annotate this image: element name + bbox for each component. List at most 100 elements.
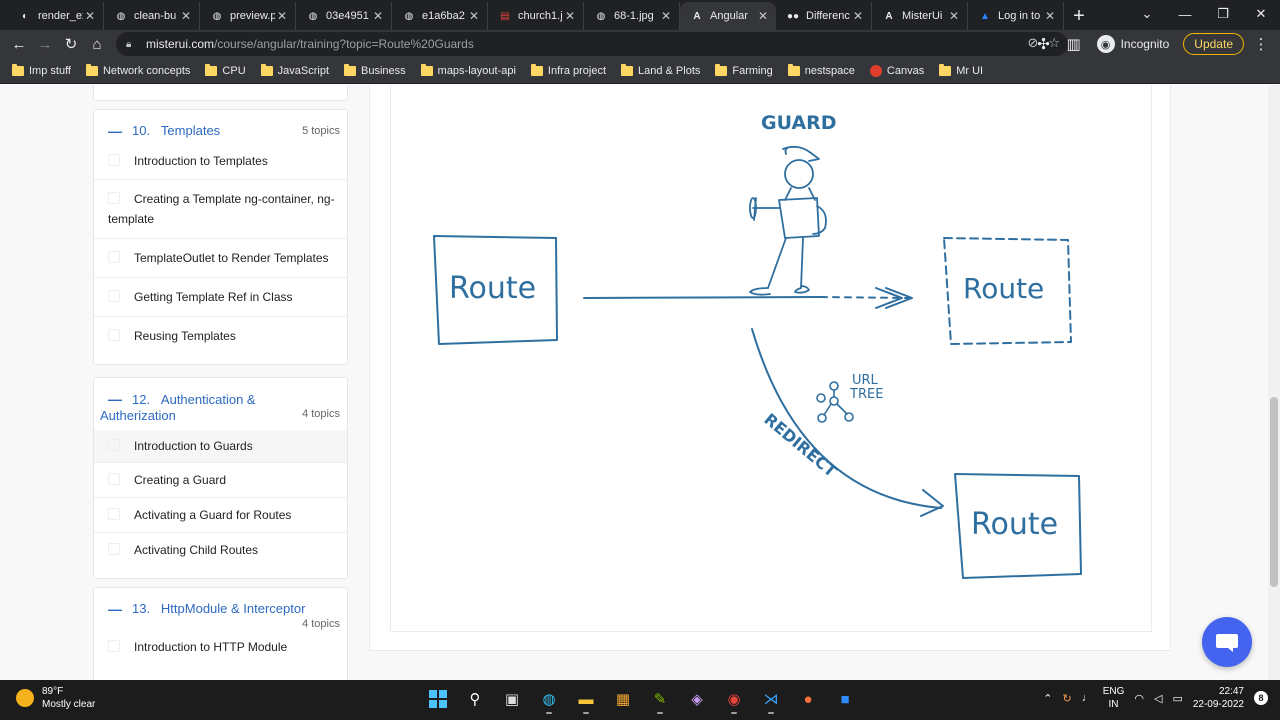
battery-icon[interactable]: ▭: [1172, 692, 1182, 705]
bookmark-item[interactable]: Imp stuff: [12, 63, 71, 77]
store-icon[interactable]: ▦: [609, 684, 637, 714]
wifi-icon[interactable]: ◠: [1134, 692, 1144, 705]
browser-tab[interactable]: ◐ render_ex ✕: [8, 2, 104, 30]
chapter-header[interactable]: — 13. HttpModule & Interceptor 4 topics: [94, 588, 347, 630]
photos-icon[interactable]: ◈: [683, 684, 711, 714]
lesson-item[interactable]: Creating a Template ng-container, ng-tem…: [94, 180, 347, 239]
bookmark-item[interactable]: Farming: [715, 63, 773, 77]
collapse-icon[interactable]: —: [108, 123, 122, 139]
bookmark-item[interactable]: Land & Plots: [621, 63, 700, 77]
lesson-checkbox[interactable]: [108, 154, 120, 166]
browser-tab[interactable]: ▤ church1.j ✕: [488, 2, 584, 30]
tab-close-icon[interactable]: ✕: [851, 9, 865, 23]
firefox-icon[interactable]: ●: [794, 684, 822, 714]
start-button[interactable]: [424, 684, 452, 714]
sync-icon[interactable]: ↻: [1062, 692, 1071, 705]
lesson-checkbox[interactable]: [108, 640, 120, 652]
chapter-header[interactable]: —12. Authentication & Autherization 4 to…: [94, 378, 347, 430]
home-icon[interactable]: ⌂: [84, 31, 110, 57]
lesson-item[interactable]: Introduction to Templates: [94, 145, 347, 180]
lesson-checkbox[interactable]: [108, 543, 120, 555]
lesson-item[interactable]: Reusing Templates: [94, 317, 347, 364]
lesson-item[interactable]: Creating a Guard: [94, 463, 347, 498]
lesson-item[interactable]: Introduction to HTTP Module: [94, 623, 347, 666]
lesson-item[interactable]: Introduction to Guards: [94, 430, 347, 463]
lesson-item[interactable]: Getting Template Ref in Class: [94, 278, 347, 317]
address-bar[interactable]: 🔒︎ misterui.com/course/angular/training?…: [116, 32, 1068, 56]
bookmark-item[interactable]: Network concepts: [85, 63, 190, 77]
lesson-checkbox[interactable]: [108, 329, 120, 341]
reload-icon[interactable]: ↻: [58, 31, 84, 57]
update-button[interactable]: Update: [1183, 33, 1244, 55]
browser-tab[interactable]: A MisterUi ✕: [872, 2, 968, 30]
vscode-icon[interactable]: ⋊: [757, 684, 785, 714]
tab-close-icon[interactable]: ✕: [756, 9, 770, 23]
browser-tab[interactable]: ▲ Log in to ✕: [968, 2, 1064, 30]
tab-close-icon[interactable]: ✕: [659, 9, 673, 23]
lesson-item[interactable]: Activating a Guard for Routes: [94, 498, 347, 533]
search-icon[interactable]: ⚲: [461, 684, 489, 714]
page-scrollbar[interactable]: [1268, 85, 1280, 680]
notepad-icon[interactable]: ✎: [646, 684, 674, 714]
minimize-icon[interactable]: —: [1166, 0, 1204, 28]
lesson-item[interactable]: TemplateOutlet to Render Templates: [94, 239, 347, 278]
tab-search-icon[interactable]: ⌄: [1128, 0, 1166, 28]
lesson-item[interactable]: Activating Child Routes: [94, 533, 347, 578]
browser-tab[interactable]: ●● Differenc ✕: [776, 2, 872, 30]
lesson-checkbox[interactable]: [108, 439, 120, 451]
chat-widget-button[interactable]: [1202, 617, 1252, 667]
browser-tab[interactable]: ◍ 03e4951 ✕: [296, 2, 392, 30]
task-view-icon[interactable]: ▣: [498, 684, 526, 714]
chrome-icon[interactable]: ◉: [720, 684, 748, 714]
lesson-checkbox[interactable]: [108, 290, 120, 302]
notification-badge[interactable]: 8: [1254, 691, 1268, 705]
chevron-up-icon[interactable]: ⌃: [1043, 692, 1052, 705]
tab-close-icon[interactable]: ✕: [83, 9, 97, 23]
bookmark-item[interactable]: Mr UI: [939, 63, 983, 77]
language-indicator[interactable]: ENG IN: [1103, 685, 1125, 711]
maximize-icon[interactable]: ❐: [1204, 0, 1242, 28]
zoom-icon[interactable]: ■: [831, 684, 859, 714]
browser-tab[interactable]: ◍ 68-1.jpg ✕: [584, 2, 680, 30]
lesson-checkbox[interactable]: [108, 192, 120, 204]
tab-close-icon[interactable]: ✕: [179, 9, 193, 23]
browser-tab[interactable]: A Angular ✕: [680, 2, 776, 30]
microphone-icon[interactable]: ♩: [1082, 692, 1093, 704]
tab-close-icon[interactable]: ✕: [563, 9, 577, 23]
tab-close-icon[interactable]: ✕: [275, 9, 289, 23]
bookmark-item[interactable]: Business: [344, 63, 406, 77]
collapse-icon[interactable]: —: [108, 391, 122, 407]
lesson-checkbox[interactable]: [108, 251, 120, 263]
lesson-checkbox[interactable]: [108, 473, 120, 485]
chapter-header[interactable]: — 10. Templates 5 topics: [94, 110, 347, 145]
volume-icon[interactable]: ◁: [1154, 692, 1162, 705]
edge-icon[interactable]: ◍: [535, 684, 563, 714]
extensions-icon[interactable]: ✣: [1031, 31, 1057, 57]
menu-icon[interactable]: ⋮: [1248, 31, 1274, 57]
browser-tab[interactable]: ◍ clean-bu ✕: [104, 2, 200, 30]
scrollbar-thumb[interactable]: [1270, 397, 1278, 587]
bookmark-item[interactable]: maps-layout-api: [420, 63, 516, 77]
bookmark-item[interactable]: JavaScript: [260, 63, 329, 77]
bookmark-item[interactable]: Infra project: [530, 63, 606, 77]
chapter-title[interactable]: 13. HttpModule & Interceptor: [132, 601, 305, 617]
bookmark-item[interactable]: nestspace: [787, 63, 855, 77]
browser-tab[interactable]: ◍ e1a6ba2 ✕: [392, 2, 488, 30]
new-tab-button[interactable]: +: [1064, 2, 1094, 30]
chapter-title[interactable]: —12. Authentication & Autherization: [100, 391, 287, 424]
clock[interactable]: 22:47 22-09-2022: [1193, 685, 1244, 711]
tab-close-icon[interactable]: ✕: [1043, 9, 1057, 23]
chapter-title[interactable]: 10. Templates: [132, 123, 220, 139]
tab-close-icon[interactable]: ✕: [371, 9, 385, 23]
close-window-icon[interactable]: ✕: [1242, 0, 1280, 28]
side-panel-icon[interactable]: ▥: [1061, 31, 1087, 57]
browser-tab[interactable]: ◍ preview.p ✕: [200, 2, 296, 30]
file-explorer-icon[interactable]: ▬: [572, 684, 600, 714]
weather-widget[interactable]: 89°F Mostly clear: [16, 685, 95, 711]
forward-icon[interactable]: →: [32, 31, 58, 57]
bookmark-item[interactable]: CPU: [205, 63, 246, 77]
tab-close-icon[interactable]: ✕: [947, 9, 961, 23]
back-icon[interactable]: ←: [6, 31, 32, 57]
collapse-icon[interactable]: —: [108, 601, 122, 617]
lesson-checkbox[interactable]: [108, 508, 120, 520]
